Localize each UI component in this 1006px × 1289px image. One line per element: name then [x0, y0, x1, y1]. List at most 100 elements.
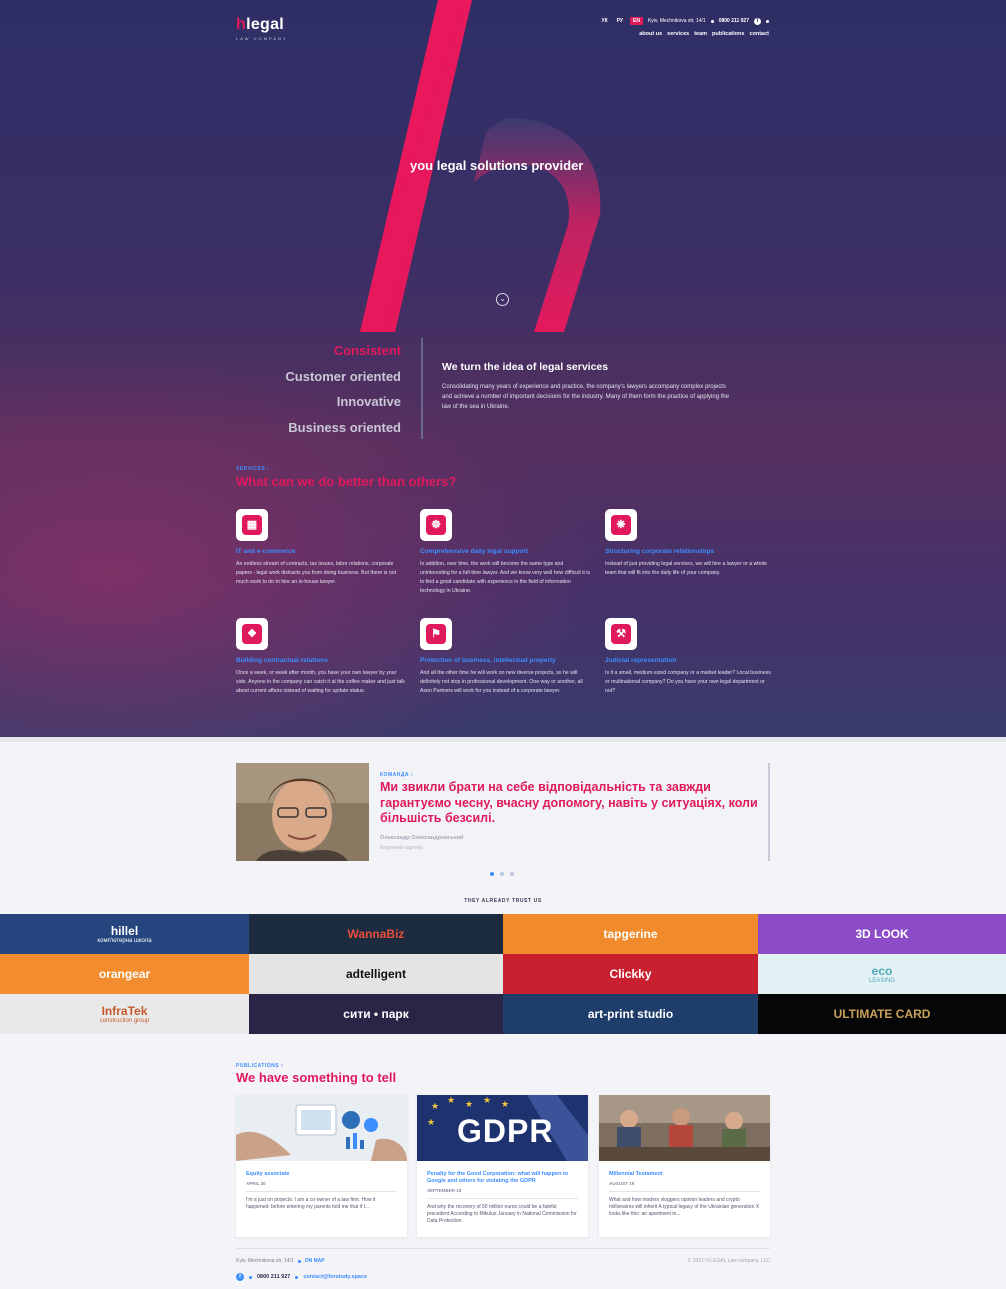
header-phone[interactable]: 0800 211 927	[719, 18, 749, 24]
card-separator	[427, 1198, 578, 1199]
facebook-icon[interactable]: f	[754, 17, 761, 25]
footer-divider	[236, 1248, 770, 1249]
client-logo[interactable]: orangear	[0, 954, 249, 994]
client-logo[interactable]: adtelligent	[249, 954, 503, 994]
client-logo[interactable]: 3D LOOK	[758, 914, 1006, 954]
client-logo[interactable]: eco LEASING	[758, 954, 1006, 994]
client-logo[interactable]: InfraTek construction group	[0, 994, 249, 1034]
logo-word: legal	[246, 16, 285, 33]
logo-subtitle: LAW COMPANY	[236, 36, 288, 41]
shield-icon: ⚑	[420, 618, 452, 650]
services-title: What can we do better than others?	[236, 474, 457, 489]
footer-contacts: f 0800 211 927 contact@forstudy.space	[236, 1273, 367, 1281]
service-desc: And all the other time he will work on n…	[420, 670, 583, 694]
about-block: We turn the idea of legal services Conso…	[442, 361, 732, 412]
publication-excerpt: And why the recovery of 50 million euros…	[427, 1204, 577, 1224]
nav-contact[interactable]: contact	[749, 31, 769, 37]
service-name[interactable]: IT and e-commerce	[236, 547, 406, 556]
client-logo[interactable]: WannaBiz	[249, 914, 503, 954]
lang-ru[interactable]: РУ	[615, 17, 625, 25]
nav-publications[interactable]: publications	[712, 31, 744, 37]
service-name[interactable]: Judicial representation	[605, 656, 775, 665]
publication-date: SEPTEMBER 18	[427, 1188, 462, 1193]
service-card[interactable]: ⚑ Protection of business, intellectual p…	[420, 618, 590, 696]
trust-title: THEY ALREADY TRUST US	[464, 898, 542, 904]
service-card[interactable]: ⚒ Judicial representation Is it a small,…	[605, 618, 775, 696]
service-name[interactable]: Protection of business, intellectual pro…	[420, 656, 590, 665]
publications-title: We have something to tell	[236, 1070, 397, 1085]
publication-title[interactable]: Penalty for the Good Corporation: what w…	[427, 1171, 578, 1185]
publication-title[interactable]: Millennial Testament	[609, 1171, 760, 1178]
map-link[interactable]: ON MAP	[305, 1258, 325, 1264]
team-quote: Ми звикли брати на себе відповідальність…	[380, 780, 758, 825]
quote-author: Олександр Олександровський	[380, 835, 464, 841]
separator-dot	[295, 1275, 299, 1279]
service-name[interactable]: Building contractual relations	[236, 656, 406, 665]
client-logo-name: WannaBiz	[347, 927, 405, 941]
top-bar: УК РУ EN Kyiv, Mechnikova str, 14/1 0800…	[599, 17, 769, 25]
svg-text:★: ★	[501, 1099, 509, 1109]
facebook-icon[interactable]: f	[236, 1273, 244, 1281]
service-name[interactable]: Comprehensive daily legal support	[420, 547, 590, 556]
lang-en[interactable]: EN	[630, 17, 643, 25]
chevron-down-icon[interactable]: ⌄	[496, 293, 509, 306]
handshake-icon: ❖	[236, 618, 268, 650]
header-address: Kyiv, Mechnikova str, 14/1	[647, 18, 706, 24]
service-desc: In addition, over time, the work will be…	[420, 561, 591, 594]
about-text: Consolidating many years of experience a…	[442, 384, 730, 410]
hero-tagline: you legal solutions provider	[410, 158, 584, 173]
nav-services[interactable]: services	[667, 31, 689, 37]
publication-card[interactable]: ★ ★ ★ ★ ★ ★ GDPR Penalty for the Good Corpo…	[417, 1095, 588, 1237]
footer-phone[interactable]: 0800 211 927	[257, 1274, 290, 1280]
footer-email[interactable]: contact@forstudy.space	[303, 1274, 367, 1280]
publication-card[interactable]: Equity associate APRIL 30 I'm a just on …	[236, 1095, 407, 1237]
services-label[interactable]: SERVICES ›	[236, 466, 269, 472]
team-slide: КОМАНДА › Ми звикли брати на себе відпов…	[236, 763, 770, 861]
about-title: We turn the idea of legal services	[442, 361, 609, 373]
value-item[interactable]: Customer oriented	[236, 369, 401, 395]
carousel-dot[interactable]	[510, 872, 514, 876]
hero-section: hlegal LAW COMPANY УК РУ EN Kyiv, Mechni…	[0, 0, 1006, 737]
value-item[interactable]: Business oriented	[236, 420, 401, 446]
carousel-dot[interactable]	[500, 872, 504, 876]
publication-card[interactable]: Millennial Testament AUGUST 19 What and …	[599, 1095, 770, 1237]
client-logo-sub: construction group	[99, 1018, 150, 1024]
client-logo-name: art-print studio	[587, 1007, 674, 1021]
team-member-photo	[236, 763, 369, 861]
client-logo-name: Clickky	[609, 967, 652, 981]
client-logo[interactable]: ULTIMATE CARD	[758, 994, 1006, 1034]
service-card[interactable]: ❖ Building contractual relations Once a …	[236, 618, 406, 696]
value-item[interactable]: Innovative	[236, 394, 401, 420]
publication-image	[236, 1095, 407, 1161]
client-logo[interactable]: art-print studio	[503, 994, 758, 1034]
client-logo[interactable]: сити • парк	[249, 994, 503, 1034]
card-separator	[609, 1191, 760, 1192]
footer-address: Kyiv, Mechnikova str, 14/1	[236, 1258, 294, 1264]
lang-uk[interactable]: УК	[599, 17, 609, 25]
carousel-dot[interactable]	[490, 872, 494, 876]
team-label[interactable]: КОМАНДА ›	[380, 772, 413, 778]
separator-dot	[766, 19, 769, 23]
client-logo-sub: LEASING	[868, 978, 895, 984]
svg-text:★: ★	[427, 1117, 435, 1127]
publication-title[interactable]: Equity associate	[246, 1171, 397, 1178]
publications-label[interactable]: PUBLICATIONS ›	[236, 1063, 283, 1069]
client-logo-name: ULTIMATE CARD	[833, 1007, 931, 1021]
service-desc: Instead of just providing legal services…	[605, 561, 768, 576]
service-card[interactable]: ☸ Comprehensive daily legal support In a…	[420, 509, 590, 596]
service-card[interactable]: ▦ IT and e-commerce An endless stream of…	[236, 509, 406, 587]
service-name[interactable]: Structuring corporate relationships	[605, 547, 775, 556]
gavel-icon: ⚒	[605, 618, 637, 650]
value-item[interactable]: Consistent	[236, 343, 401, 369]
service-card[interactable]: ❋ Structuring corporate relationships In…	[605, 509, 775, 578]
client-logo-name: adtelligent	[345, 967, 406, 981]
nav-team[interactable]: team	[694, 31, 707, 37]
client-logo[interactable]: hillel комп'ютерна школа	[0, 914, 249, 954]
section-separator	[0, 737, 1006, 742]
logo-accent: h	[236, 16, 247, 33]
client-logo[interactable]: Clickky	[503, 954, 758, 994]
client-logo[interactable]: tapgerine	[503, 914, 758, 954]
separator-dot	[710, 19, 714, 23]
brand-logo[interactable]: hlegal LAW COMPANY	[236, 16, 288, 41]
nav-about-us[interactable]: about us	[639, 31, 662, 37]
